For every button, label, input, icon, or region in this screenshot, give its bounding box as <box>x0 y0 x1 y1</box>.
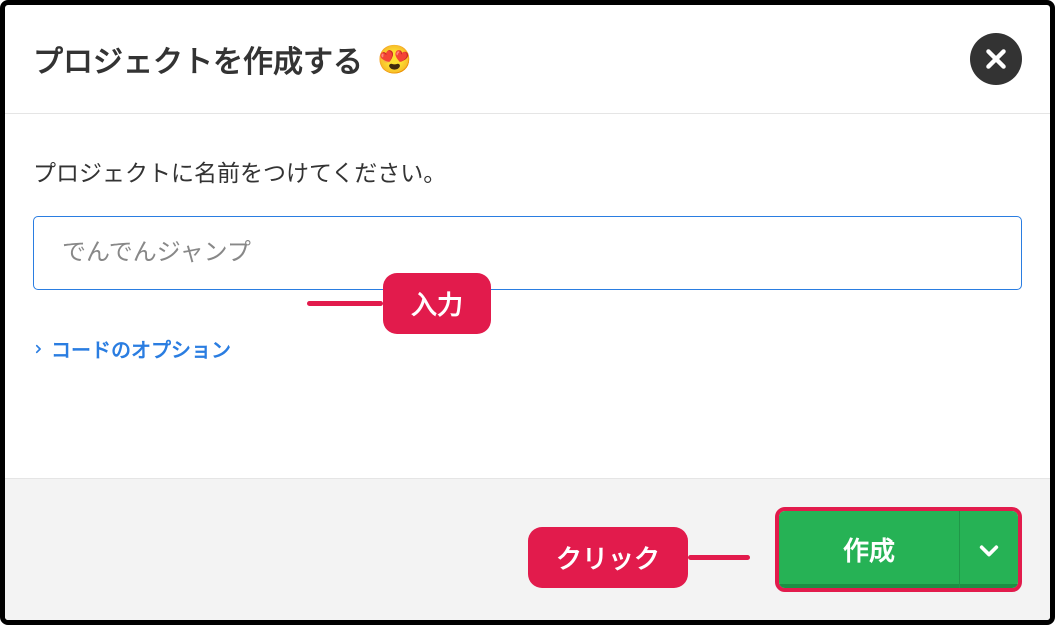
annotation-input-label: 入力 <box>383 273 491 334</box>
modal-title-wrap: プロジェクトを作成する 😍 <box>33 37 412 81</box>
annotation-click: クリック <box>528 527 750 588</box>
chevron-down-icon <box>978 539 1000 561</box>
annotation-click-label: クリック <box>528 527 688 588</box>
create-dropdown-button[interactable] <box>960 511 1018 588</box>
code-options-link[interactable]: コードのオプション <box>33 334 231 363</box>
modal-header: プロジェクトを作成する 😍 <box>5 5 1050 114</box>
code-options-text: コードのオプション <box>51 334 231 363</box>
modal-footer: クリック 作成 <box>5 478 1050 620</box>
annotation-input: 入力 <box>307 273 491 334</box>
heart-eyes-emoji-icon: 😍 <box>377 43 412 76</box>
project-name-input[interactable] <box>33 216 1022 290</box>
project-name-label: プロジェクトに名前をつけてください。 <box>33 154 1022 188</box>
create-button-group: 作成 <box>775 507 1022 592</box>
modal-title: プロジェクトを作成する <box>33 37 363 81</box>
modal-body: プロジェクトに名前をつけてください。 コードのオプション <box>5 114 1050 478</box>
input-wrap <box>33 216 1022 290</box>
chevron-right-icon <box>33 344 43 354</box>
create-button[interactable]: 作成 <box>779 511 960 588</box>
close-icon <box>983 46 1009 72</box>
create-project-modal: プロジェクトを作成する 😍 プロジェクトに名前をつけてください。 コードのオプシ… <box>0 0 1055 625</box>
annotation-line <box>688 555 750 560</box>
close-button[interactable] <box>970 33 1022 85</box>
annotation-line <box>307 301 383 306</box>
